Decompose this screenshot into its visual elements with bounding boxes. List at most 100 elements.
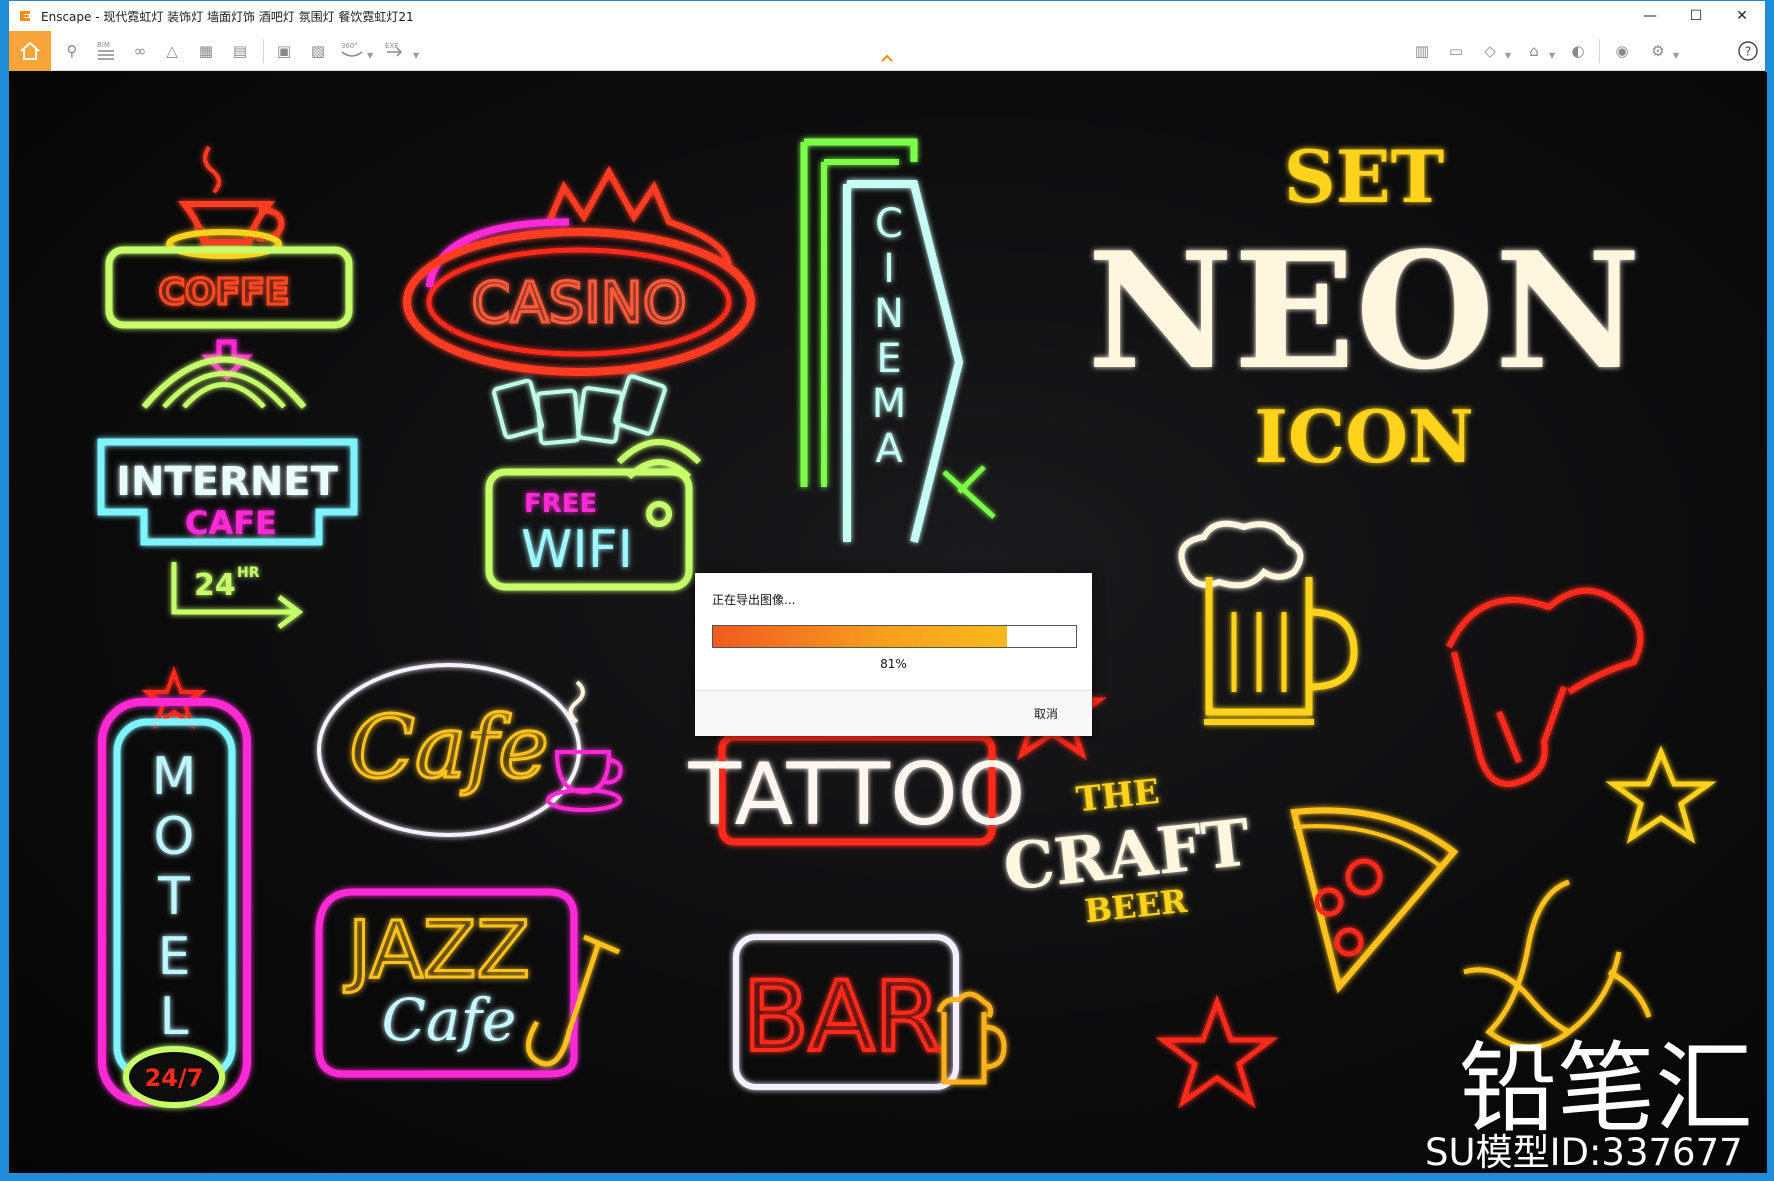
star-icon — [1155, 994, 1279, 1109]
maximize-button[interactable]: ☐ — [1673, 1, 1719, 31]
craft-beer-sign: THE CRAFT BEER — [1000, 772, 1253, 930]
cinema-letter: C — [875, 201, 903, 247]
tattoo-text: TATTOO — [688, 745, 1026, 845]
window-title: Enscape - 现代霓虹灯 装饰灯 墙面灯饰 酒吧灯 氛围灯 餐饮霓虹灯21 — [41, 9, 414, 24]
hours-text: 24 — [194, 568, 236, 603]
beer-mug-icon — [936, 991, 1007, 1085]
internet-text: INTERNET — [116, 459, 339, 505]
minimize-button[interactable]: — — [1627, 1, 1673, 31]
export-exe-button[interactable]: EXE — [383, 39, 409, 63]
watermark-brand: 铅笔汇 — [1459, 1032, 1753, 1146]
set-text: SET — [1284, 134, 1444, 219]
cancel-button[interactable]: 取消 — [1034, 705, 1058, 722]
title-bar: Enscape - 现代霓虹灯 装饰灯 墙面灯饰 酒吧灯 氛围灯 餐饮霓虹灯21… — [9, 1, 1765, 31]
jazz-cafe-text: Cafe — [382, 986, 517, 1054]
home-button[interactable] — [9, 31, 51, 71]
chevron-down-icon[interactable]: ▼ — [1673, 51, 1679, 60]
neon-text: NEON — [1087, 217, 1641, 405]
chevron-down-icon[interactable]: ▼ — [1549, 51, 1555, 60]
chevron-down-icon[interactable]: ▼ — [367, 51, 373, 60]
views-icon[interactable]: ⚲ — [59, 39, 85, 63]
motel-hours-text: 24/7 — [145, 1064, 204, 1092]
toolbar: ⚲ BIM ∞ △ ▦ ▤ ▣ ▧ 360° ▼ EXE ▼ ▥ ▭ ◇ ▼ ⌂… — [9, 31, 1765, 71]
beer-mug-icon — [1178, 520, 1358, 725]
bim-button[interactable]: BIM — [93, 39, 119, 63]
export-message: 正在导出图像... — [712, 593, 796, 607]
playing-cards-icon — [492, 374, 667, 446]
motel-letter: T — [157, 867, 190, 927]
render-viewport[interactable]: COFFE INTERNET CAFE 24 HR CASINO C I N E… — [9, 72, 1767, 1173]
dialog-footer: 取消 — [695, 690, 1092, 736]
help-label: ? — [1745, 45, 1751, 59]
motel-letter: O — [154, 807, 195, 867]
batch-render-icon[interactable]: ▧ — [305, 39, 331, 63]
bar-text: BAR — [743, 961, 941, 1073]
cinema-letter: E — [876, 336, 901, 382]
coffee-cup-icon — [546, 680, 623, 812]
star-icon — [1605, 745, 1717, 844]
atmosphere-icon[interactable]: △ — [159, 39, 185, 63]
set-neon-icon-title: SET NEON ICON — [1087, 134, 1641, 479]
map-icon[interactable]: ▥ — [1409, 39, 1435, 63]
binoculars-icon[interactable]: ∞ — [127, 39, 153, 63]
exe-label: EXE — [385, 42, 399, 50]
chevron-down-icon[interactable]: ▼ — [1505, 51, 1511, 60]
motel-letter: L — [160, 987, 189, 1047]
panorama-label: 360° — [341, 42, 358, 50]
jazz-text: JAZZ — [343, 906, 530, 996]
banana-icon — [1463, 879, 1652, 1050]
export-exe-icon: EXE — [385, 42, 403, 57]
free-wifi-sign: FREE WIFI — [485, 439, 702, 591]
coffee-sign: COFFE — [105, 145, 353, 381]
cafe-small-text: CAFE — [185, 504, 277, 542]
screenshot-icon[interactable]: ▣ — [271, 39, 297, 63]
lips-tongue-icon — [1446, 587, 1644, 787]
chevron-down-icon[interactable]: ▼ — [413, 51, 419, 60]
cinema-sign: C I N E M A — [800, 138, 996, 543]
panorama-button[interactable]: 360° — [339, 39, 365, 63]
jazz-cafe-sign: JAZZ Cafe — [315, 888, 620, 1078]
visibility-icon[interactable]: ◉ — [1609, 39, 1635, 63]
bim-icon: BIM — [97, 41, 114, 60]
motel-letter: E — [158, 927, 191, 987]
export-progress-dialog: 正在导出图像... 81% 取消 — [695, 573, 1092, 736]
bar-sign: BAR — [733, 934, 1007, 1090]
the-text: THE — [1074, 772, 1161, 820]
vr-headset-icon[interactable]: ◐ — [1565, 39, 1591, 63]
casino-sign: CASINO — [403, 165, 755, 446]
cube-icon[interactable]: ◇ — [1477, 39, 1503, 63]
cinema-letter: I — [883, 246, 895, 292]
cinema-letter: M — [872, 381, 907, 427]
close-button[interactable]: ✕ — [1719, 1, 1765, 31]
export-progress-bar — [712, 625, 1077, 648]
settings-icon[interactable]: ⚙ — [1645, 39, 1671, 63]
panorama-icon: 360° — [341, 42, 363, 57]
wifi-text: WIFI — [521, 520, 633, 580]
export-percent: 81% — [880, 657, 907, 671]
window-controls: — ☐ ✕ — [1627, 1, 1765, 31]
enscape-window: Enscape - 现代霓虹灯 装饰灯 墙面灯饰 酒吧灯 氛围灯 餐饮霓虹灯21… — [8, 0, 1767, 1173]
hours-suffix-text: HR — [237, 565, 260, 581]
casino-text: CASINO — [471, 271, 686, 336]
collapse-chevron-icon[interactable] — [880, 53, 894, 63]
cinema-letter: A — [875, 426, 903, 472]
motel-letter: M — [152, 747, 197, 807]
export-progress-fill — [713, 626, 1008, 647]
bim-label: BIM — [97, 41, 110, 49]
watermark-model-id: SU模型ID:337677 — [1425, 1131, 1743, 1173]
internet-cafe-sign: INTERNET CAFE 24 HR — [97, 356, 358, 629]
cafe-script-sign: Cafe — [317, 663, 623, 837]
enscape-logo-icon — [20, 11, 30, 21]
cinema-letter: N — [874, 291, 904, 337]
minimap-icon[interactable]: ▤ — [227, 39, 253, 63]
home-icon — [20, 41, 40, 60]
help-icon[interactable]: ? — [1735, 39, 1761, 63]
coffe-text: COFFE — [159, 272, 290, 313]
pizza-slice-icon — [1290, 807, 1459, 994]
cafe-script-text: Cafe — [349, 698, 549, 798]
video-editor-icon[interactable]: ▭ — [1443, 39, 1469, 63]
assets-icon[interactable]: ▦ — [193, 39, 219, 63]
icon-text: ICON — [1254, 394, 1474, 479]
free-text: FREE — [524, 489, 597, 519]
collaboration-icon[interactable]: ⌂ — [1521, 39, 1547, 63]
